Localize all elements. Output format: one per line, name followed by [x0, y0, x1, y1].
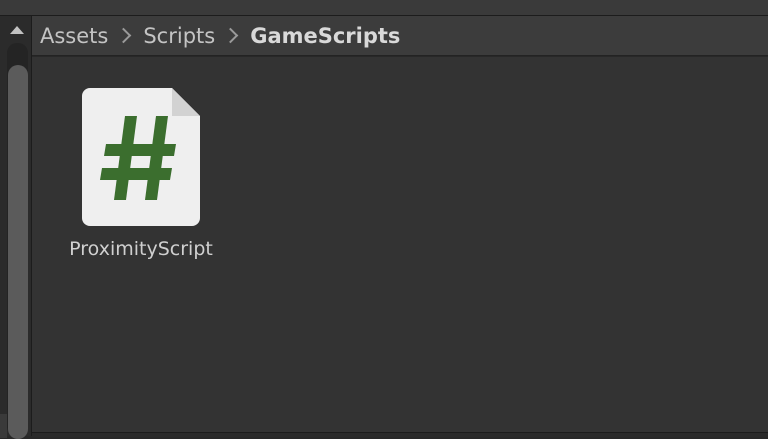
- scroll-corner: [0, 414, 7, 438]
- scroll-up-arrow-icon[interactable]: [10, 26, 24, 34]
- asset-item[interactable]: ProximityScript: [66, 88, 216, 268]
- breadcrumb: Assets Scripts GameScripts: [32, 16, 768, 56]
- chevron-right-icon: [116, 27, 132, 44]
- scroll-thumb[interactable]: [8, 65, 28, 439]
- asset-label: ProximityScript: [69, 238, 213, 260]
- window-top-bar: [0, 0, 768, 16]
- breadcrumb-item-gamescripts[interactable]: GameScripts: [250, 24, 400, 48]
- vertical-scrollbar[interactable]: [0, 16, 31, 439]
- panel-bottom-border: [32, 432, 768, 437]
- chevron-right-icon: [222, 27, 239, 44]
- asset-grid: ProximityScript: [32, 57, 768, 432]
- breadcrumb-item-assets[interactable]: Assets: [40, 24, 108, 48]
- page-fold: [172, 88, 200, 116]
- breadcrumb-item-scripts[interactable]: Scripts: [143, 24, 215, 48]
